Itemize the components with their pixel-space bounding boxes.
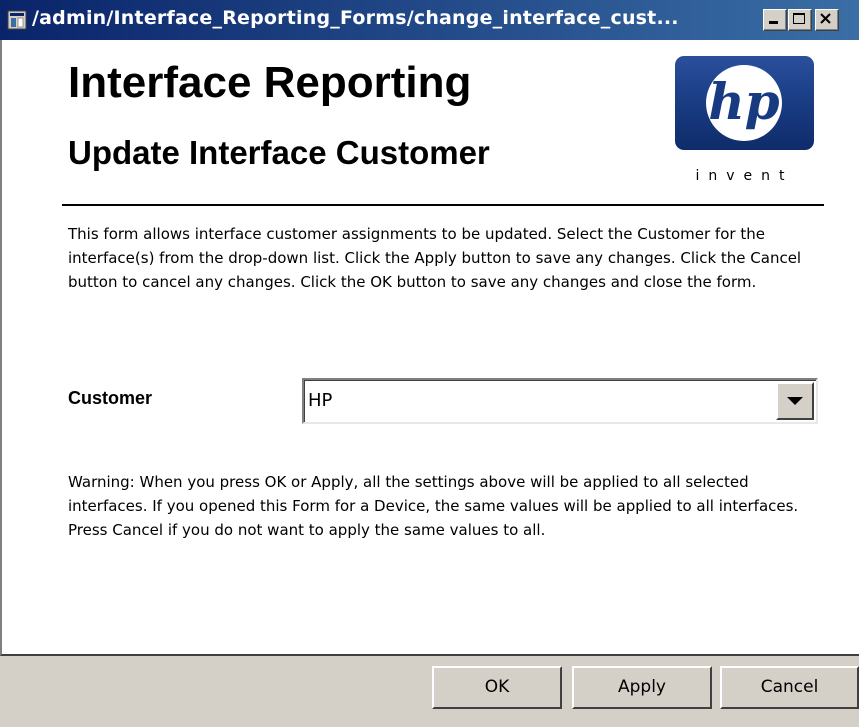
- minimize-icon: [769, 21, 778, 24]
- window-titlebar[interactable]: /admin/Interface_Reporting_Forms/change_…: [0, 0, 859, 40]
- hp-logo: hp invent: [672, 52, 817, 220]
- maximize-button[interactable]: [788, 9, 812, 31]
- page-subtitle: Update Interface Customer: [68, 134, 490, 171]
- apply-button[interactable]: Apply: [572, 666, 712, 709]
- form-window-icon: [7, 10, 27, 30]
- close-icon: [820, 13, 831, 24]
- page-title: Interface Reporting: [68, 58, 472, 107]
- close-button[interactable]: [815, 9, 839, 31]
- instructions-text: This form allows interface customer assi…: [68, 225, 802, 291]
- hp-logo-mark: hp: [675, 56, 814, 150]
- hp-logo-text: invent: [695, 168, 794, 184]
- header-divider: [62, 204, 824, 206]
- customer-label: Customer: [68, 388, 153, 408]
- maximize-icon: [793, 13, 805, 24]
- customer-dropdown-button[interactable]: [776, 382, 814, 420]
- cancel-button[interactable]: Cancel: [720, 666, 859, 709]
- warning-text: Warning: When you press OK or Apply, all…: [68, 473, 799, 539]
- customer-select-value: HP: [308, 390, 333, 411]
- customer-select[interactable]: HP: [302, 378, 818, 424]
- ok-button[interactable]: OK: [432, 666, 562, 709]
- hp-logo-letters: hp: [708, 72, 779, 131]
- chevron-down-icon: [787, 397, 803, 405]
- window-title: /admin/Interface_Reporting_Forms/change_…: [32, 7, 679, 29]
- minimize-button[interactable]: [763, 9, 787, 31]
